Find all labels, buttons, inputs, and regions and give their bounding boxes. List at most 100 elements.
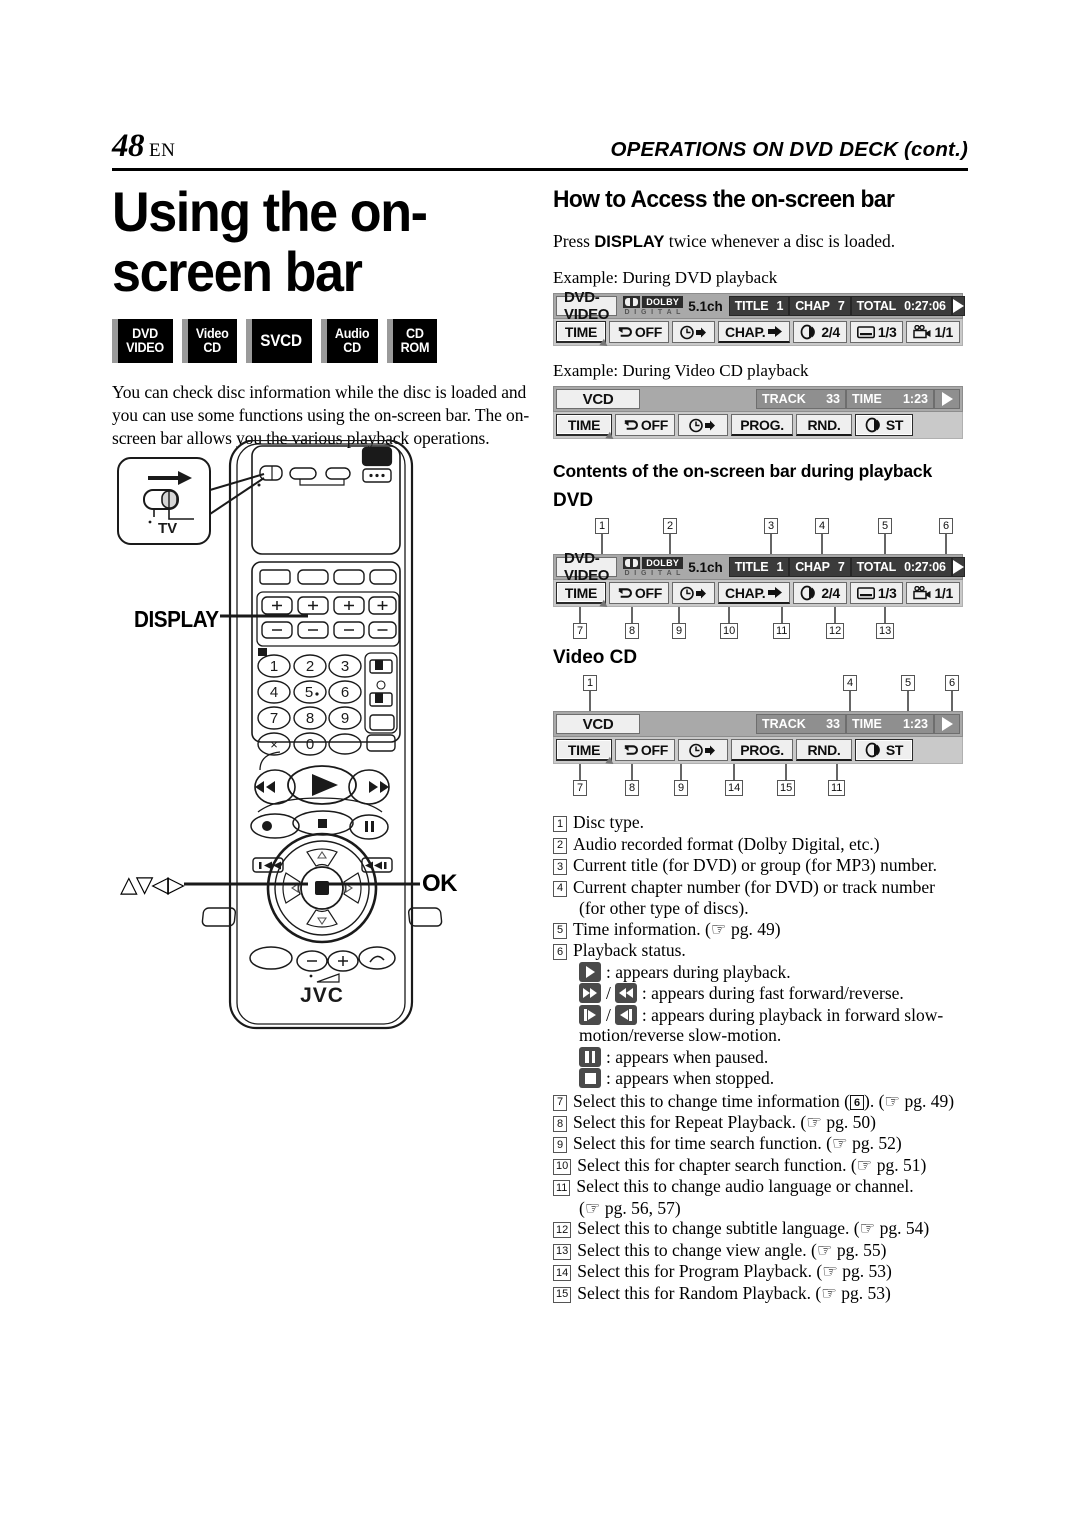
subtitle-button[interactable]: 1/3 xyxy=(849,582,904,605)
chapter-search-button[interactable]: CHAP. xyxy=(718,582,791,605)
legend-continuation: (for other type of discs). xyxy=(579,898,749,919)
random-button[interactable]: RND. xyxy=(796,739,852,762)
camera-angle-icon xyxy=(913,324,931,339)
callout-4: 4 xyxy=(815,518,829,535)
cd-rom-icon-line1: CD xyxy=(405,325,424,342)
legend-list-secondary: 7 Select this to change time information … xyxy=(553,1091,968,1304)
legend-number: 4 xyxy=(553,880,567,897)
dolby-digital-badge: DOLBY D I G I T A L 5.1ch xyxy=(617,557,729,577)
osd-bar-vcd-example: VCD TRACK 33 TIME 1:23 TIME OFF PROG. RND. xyxy=(553,386,963,443)
legend-item: 7 Select this to change time information … xyxy=(553,1091,968,1111)
chapter-search-button[interactable]: CHAP. xyxy=(718,321,791,344)
time-button[interactable]: TIME xyxy=(556,582,610,611)
vcd-diagram: 1 4 5 6 VCD TRACK 33 TIME 1:23 TIME OFF … xyxy=(553,675,968,800)
video-cd-icon: Video CD xyxy=(182,318,238,363)
pause-icon xyxy=(579,1046,601,1067)
callout-9: 9 xyxy=(672,623,686,640)
chapter-cell: CHAP 7 xyxy=(789,557,851,578)
legend-number: 7 xyxy=(553,1094,567,1111)
clock-arrow-icon xyxy=(689,743,715,758)
legend-item: 4 Current chapter number (for DVD) or tra… xyxy=(553,877,968,897)
status-line-text: : appears when stopped. xyxy=(606,1068,775,1089)
inline-number-ref: 6 xyxy=(850,1095,865,1111)
time-search-button[interactable] xyxy=(678,414,728,437)
legend-text: Time information. (☞ pg. 49) xyxy=(573,918,781,939)
svg-text:3: 3 xyxy=(341,658,349,675)
callout-5: 5 xyxy=(901,675,915,692)
legend-text: Select this to change subtitle language.… xyxy=(577,1218,930,1239)
svg-text:1: 1 xyxy=(270,658,278,675)
audio-button[interactable]: 2/4 xyxy=(793,321,847,344)
svg-text:8: 8 xyxy=(306,710,314,727)
legend-item: 3 Current title (for DVD) or group (for M… xyxy=(553,855,968,876)
dolby-dd-icon xyxy=(623,557,641,570)
time-button[interactable]: TIME xyxy=(556,321,610,350)
page-header: 48 EN OPERATIONS ON DVD DECK (cont.) xyxy=(112,128,968,171)
program-button[interactable]: PROG. xyxy=(731,414,793,437)
total-label: TOTAL xyxy=(856,299,897,314)
callout-5: 5 xyxy=(878,518,892,535)
clock-arrow-icon xyxy=(679,325,706,340)
angle-button[interactable]: 1/1 xyxy=(906,321,960,344)
legend-item: 13 Select this to change view angle. (☞ p… xyxy=(553,1240,968,1260)
repeat-button[interactable]: OFF xyxy=(615,414,675,437)
legend-number: 2 xyxy=(553,837,567,854)
example-vcd-label: Example: During Video CD playback xyxy=(553,361,809,381)
subtitle-icon xyxy=(856,326,875,339)
legend-number: 12 xyxy=(553,1222,572,1239)
callout-4: 4 xyxy=(843,675,857,692)
status-line-text: : appears during playback. xyxy=(606,961,791,982)
callout-8: 8 xyxy=(625,780,639,797)
legend-text: Select this for chapter search function.… xyxy=(577,1154,927,1175)
vcd-callouts-bottom: 7 8 9 14 15 11 xyxy=(553,764,968,800)
audio-button[interactable]: 2/4 xyxy=(793,582,847,605)
svg-text:TV: TV xyxy=(158,520,177,537)
repeat-button[interactable]: OFF xyxy=(615,739,675,762)
time-button[interactable]: TIME xyxy=(556,739,616,768)
title-cell: TITLE 1 xyxy=(728,557,790,578)
callout-6: 6 xyxy=(939,518,953,535)
subtitle-button[interactable]: 1/3 xyxy=(849,321,904,344)
callout-12: 12 xyxy=(826,623,845,640)
repeat-icon xyxy=(618,588,632,598)
angle-button[interactable]: 1/1 xyxy=(906,582,960,605)
legend-item: 1 Disc type. xyxy=(553,812,968,833)
time-search-button[interactable] xyxy=(678,739,728,762)
page-title-line2: screen bar xyxy=(112,240,363,304)
time-search-button[interactable] xyxy=(671,582,716,605)
audio-icon xyxy=(800,586,816,601)
legend-number: 13 xyxy=(553,1243,572,1260)
osd-dvd-button-row: TIME OFF CHAP. 2/4 1/3 1/1 xyxy=(553,580,963,611)
repeat-button[interactable]: OFF xyxy=(608,582,669,605)
legend-list-primary: 1 Disc type. 2 Audio recorded format (Dolb… xyxy=(553,812,968,1089)
time-button[interactable]: TIME xyxy=(556,414,616,443)
running-title: OPERATIONS ON DVD DECK (cont.) xyxy=(610,138,968,161)
legend-text: Current chapter number (for DVD) or trac… xyxy=(573,876,936,897)
page-title-line1: Using the on- xyxy=(112,180,428,243)
status-separator: / xyxy=(606,983,611,1004)
callout-1: 1 xyxy=(583,675,597,692)
fast-forward-icon xyxy=(579,983,601,1004)
title-label: TITLE xyxy=(734,299,769,314)
program-button[interactable]: PROG. xyxy=(731,739,793,762)
legend-item: 15 Select this for Random Playback. (☞ pg… xyxy=(553,1283,968,1303)
audio-icon xyxy=(865,743,880,758)
audio-button[interactable]: ST xyxy=(855,414,913,437)
audio-icon xyxy=(865,418,880,433)
status-line-ff-rew: / : appears during fast forward/reverse. xyxy=(579,983,968,1004)
ok-callout-label: OK xyxy=(422,870,458,897)
time-search-button[interactable] xyxy=(671,321,716,344)
clock-arrow-icon xyxy=(689,418,715,433)
audio-button[interactable]: ST xyxy=(855,739,913,762)
chapter-value: 7 xyxy=(837,299,845,314)
page-number-group: 48 EN xyxy=(112,128,175,165)
time-cell: TIME 1:23 xyxy=(846,714,934,735)
legend-text: Select this to change time information (… xyxy=(573,1090,955,1111)
svg-text:9: 9 xyxy=(341,710,349,727)
repeat-button[interactable]: OFF xyxy=(608,321,669,344)
svcd-icon: SVCD xyxy=(246,318,312,363)
dvd-video-icon: DVD VIDEO xyxy=(112,318,174,363)
random-button[interactable]: RND. xyxy=(796,414,852,437)
osd-bar-dvd-diagram: DVD-VIDEO DOLBY D I G I T A L 5.1ch TITL… xyxy=(553,550,965,611)
audio-cd-icon: Audio CD xyxy=(320,318,378,363)
